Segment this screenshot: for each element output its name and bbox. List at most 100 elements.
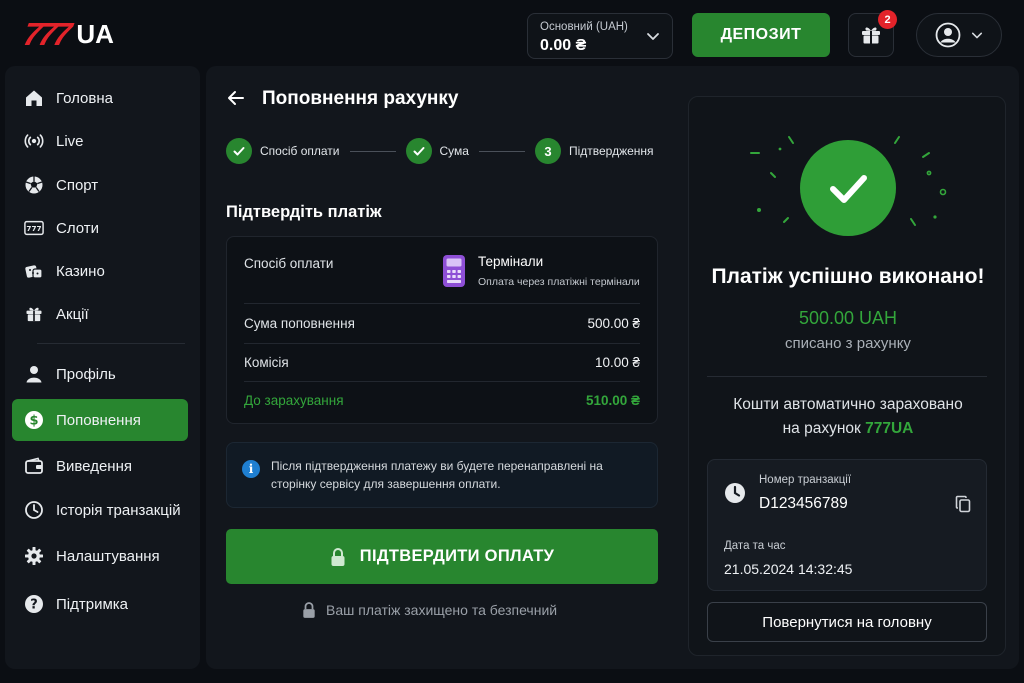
step-label: Сума [439,144,469,158]
user-menu-button[interactable] [916,13,1002,57]
payment-method: Термінали Оплата через платіжні термінал… [442,254,640,288]
step-done-icon [405,138,432,164]
svg-text:$: $ [29,414,38,429]
sidebar: Головна Live Спорт 777 Слоти Казино Акці… [5,66,200,669]
sidebar-item-deposit[interactable]: $ Поповнення [12,399,188,441]
sidebar-item-label: Спорт [56,176,99,194]
sidebar-item-slots[interactable]: 777 Слоти [12,207,188,249]
amount-value: 500.00 ₴ [587,316,640,331]
sidebar-item-label: Акції [56,305,89,323]
balance-value: 0.00 ₴ [540,37,587,54]
logo-number: 777 [20,16,72,52]
credited-brand: 777UA [865,420,914,437]
balance-label: Основний (UAH) [540,21,628,33]
sidebar-item-history[interactable]: Історія транзакцій [12,489,188,531]
slots-icon: 777 [24,218,44,238]
notification-badge: 2 [878,10,897,29]
total-label: До зарахування [244,393,344,408]
wallet-icon [24,456,44,476]
summary-row-amount: Сума поповнення 500.00 ₴ [244,316,640,331]
info-icon: i [242,460,260,478]
logo[interactable]: 777 UA [20,16,114,52]
step-label: Спосіб оплати [260,144,340,158]
copy-icon[interactable] [955,495,971,513]
help-icon: ? [24,594,44,614]
summary-row-total: До зарахування 510.00 ₴ [244,393,640,408]
step-label: Підтвердження [568,144,654,158]
sidebar-item-support[interactable]: ? Підтримка [12,583,188,625]
sidebar-divider [37,343,185,344]
fee-value: 10.00 ₴ [594,355,640,370]
summary-row-fee: Комісія 10.00 ₴ [244,355,640,370]
divider [244,381,640,382]
success-amount: 500.00 UAH [798,308,898,328]
credited-line2: на рахунок 777UA [689,417,1007,441]
confirm-payment-button[interactable]: ПІДТВЕРДИТИ ОПЛАТУ [226,529,658,584]
chevron-down-icon [647,33,659,40]
page-title: Поповнення рахунку [262,88,459,109]
section-title: Підтвердіть платіж [226,203,382,221]
home-icon [24,88,44,108]
deposit-button[interactable]: ДЕПОЗИТ [692,13,830,57]
sidebar-item-label: Виведення [56,457,132,475]
sidebar-item-label: Головна [56,89,113,107]
soccer-ball-icon [24,175,44,195]
sidebar-item-sport[interactable]: Спорт [12,164,188,206]
live-icon [24,131,44,151]
divider [244,343,640,344]
date-label: Дата та час [724,540,786,552]
history-icon [24,500,44,520]
sidebar-item-label: Казино [56,262,105,280]
total-value: 510.00 ₴ [585,393,640,408]
gift-icon [24,304,44,324]
gift-button[interactable]: 2 [848,10,897,57]
sidebar-item-profile[interactable]: Профіль [12,353,188,395]
sidebar-item-casino[interactable]: Казино [12,250,188,292]
method-description: Оплата через платіжні термінали [478,276,640,288]
lock-icon [303,602,315,618]
chevron-down-icon [971,32,983,39]
dollar-icon: $ [24,410,44,430]
top-header: 777 UA Основний (UAH) 0.00 ₴ ДЕПОЗИТ 2 [0,0,1024,66]
back-arrow-icon[interactable] [226,88,246,108]
gift-icon [862,27,880,44]
success-title: Платіж успішно виконано! [711,265,985,288]
terminal-icon [443,255,465,287]
return-home-button[interactable]: Повернутися на головну [707,602,987,642]
sidebar-item-home[interactable]: Головна [12,77,188,119]
method-label: Спосіб оплати [244,256,334,271]
method-name: Термінали [478,254,544,269]
sidebar-item-label: Поповнення [56,411,141,429]
transaction-label: Номер транзакції [759,474,852,486]
lock-icon [331,547,345,566]
step-number: 3 [534,138,561,164]
sidebar-item-promotions[interactable]: Акції [12,293,188,335]
payment-summary: Спосіб оплати Термінали Оплата через пла… [226,236,658,424]
dice-icon [24,261,44,281]
sidebar-item-label: Профіль [56,365,116,383]
transaction-id: D123456789 [759,495,848,512]
transaction-card: Номер транзакції D123456789 Дата та час … [707,459,987,591]
sidebar-item-label: Історія транзакцій [56,501,181,519]
info-notice: i Після підтвердження платежу ви будете … [226,442,658,508]
user-icon [935,22,961,48]
sidebar-item-label: Налаштування [56,547,160,565]
sidebar-item-settings[interactable]: Налаштування [12,535,188,577]
sidebar-item-live[interactable]: Live [12,120,188,162]
sidebar-item-label: Підтримка [56,595,129,613]
balance-selector[interactable]: Основний (UAH) 0.00 ₴ [527,13,673,59]
svg-text:?: ? [30,598,38,613]
sidebar-item-withdraw[interactable]: Виведення [12,445,188,487]
confirm-label: ПІДТВЕРДИТИ ОПЛАТУ [359,547,555,565]
stepper: Спосіб оплати Сума 3 Підтвердження [226,138,654,164]
step-done-icon [226,138,252,164]
main-panel: Поповнення рахунку Спосіб оплати Сума 3 … [206,66,1019,669]
security-note-text: Ваш платіж захищено та безпечний [326,602,558,618]
logo-suffix: UA [76,19,114,49]
divider [707,376,987,377]
credited-message: Кошти автоматично зараховано на рахунок … [689,393,1007,441]
date-value: 21.05.2024 14:32:45 [724,561,853,577]
credited-text: на рахунок [782,420,861,437]
info-text: Після підтвердження платежу ви будете пе… [271,459,603,491]
clock-icon [725,483,745,503]
